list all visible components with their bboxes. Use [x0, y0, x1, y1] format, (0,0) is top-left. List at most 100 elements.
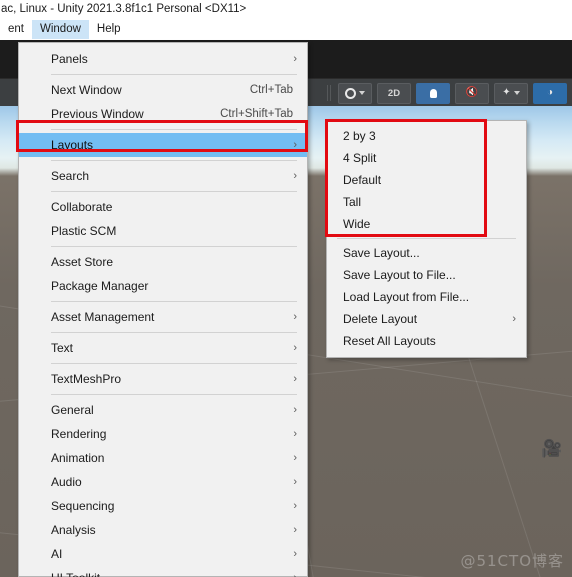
- menu-item-label: Save Layout to File...: [343, 268, 456, 282]
- audio-toggle[interactable]: 🔇: [455, 82, 489, 104]
- gizmos-icon: ◑: [546, 87, 554, 98]
- chevron-right-icon: ›: [293, 169, 297, 182]
- menu-item-label: Animation: [51, 451, 105, 465]
- menu-item-layouts[interactable]: Layouts ›: [19, 133, 307, 157]
- menu-item-text[interactable]: Text ›: [19, 336, 307, 360]
- speaker-mute-icon: 🔇: [465, 87, 479, 98]
- menu-item-label: TextMeshPro: [51, 372, 122, 386]
- menu-item-2-by-3[interactable]: 2 by 3: [327, 125, 526, 147]
- chevron-right-icon: ›: [293, 451, 297, 464]
- menu-item-ui-toolkit[interactable]: UI Toolkit›: [19, 566, 307, 577]
- menu-item-label: Collaborate: [51, 200, 113, 214]
- menu-item-package-manager[interactable]: Package Manager: [19, 274, 307, 298]
- watermark-text: @51CTO博客: [460, 552, 564, 570]
- menu-item-label: Analysis: [51, 523, 96, 537]
- chevron-right-icon: ›: [293, 523, 297, 536]
- menu-item-label: Tall: [343, 195, 362, 209]
- menu-item-next-window[interactable]: Next Window Ctrl+Tab: [19, 78, 307, 102]
- menu-item-label: Panels: [51, 52, 88, 66]
- menu-item-load-layout-from-file[interactable]: Load Layout from File...: [327, 286, 526, 308]
- chevron-right-icon: ›: [293, 52, 297, 65]
- chevron-right-icon: ›: [512, 312, 516, 325]
- menu-item-panels[interactable]: Panels ›: [19, 47, 307, 71]
- menu-item-textmeshpro[interactable]: TextMeshPro ›: [19, 367, 307, 391]
- menu-item-save-layout[interactable]: Save Layout...: [327, 242, 526, 264]
- menubar-item-help[interactable]: Help: [89, 20, 129, 39]
- menu-item-plastic-scm[interactable]: Plastic SCM: [19, 219, 307, 243]
- menu-bar: ent Window Help: [0, 18, 572, 41]
- menu-separator: [51, 332, 297, 333]
- chevron-right-icon: ›: [293, 547, 297, 560]
- menu-separator: [51, 301, 297, 302]
- chevron-right-icon: ›: [293, 341, 297, 354]
- menu-separator: [51, 74, 297, 75]
- menubar-item-ent[interactable]: ent: [0, 20, 32, 39]
- chevron-down-icon: [513, 91, 520, 95]
- menu-item-label: Sequencing: [51, 499, 115, 513]
- menu-item-label: Load Layout from File...: [343, 290, 470, 304]
- menu-item-label: Default: [343, 173, 382, 187]
- camera-gizmo-icon[interactable]: 🎥: [541, 440, 565, 458]
- chevron-right-icon: ›: [293, 138, 297, 151]
- menu-item-label: Reset All Layouts: [343, 334, 436, 348]
- menu-item-label: Plastic SCM: [51, 224, 117, 238]
- menubar-item-window[interactable]: Window: [32, 19, 89, 39]
- chevron-right-icon: ›: [293, 427, 297, 440]
- menu-item-save-layout-to-file[interactable]: Save Layout to File...: [327, 264, 526, 286]
- menu-item-audio[interactable]: Audio ›: [19, 470, 307, 494]
- menu-item-label: Rendering: [51, 427, 107, 441]
- chevron-right-icon: ›: [285, 572, 297, 577]
- menu-item-ai[interactable]: AI ›: [19, 542, 307, 566]
- menu-item-label: Asset Store: [51, 255, 114, 269]
- 2d-toggle-label: 2D: [387, 87, 401, 99]
- 2d-toggle[interactable]: 2D: [377, 82, 411, 104]
- menu-item-label: Text: [51, 341, 74, 355]
- toolbar-separator: [327, 85, 331, 101]
- screenshot-root: ac, Linux - Unity 2021.3.8f1c1 Personal …: [0, 0, 572, 577]
- menu-item-label: Layouts: [51, 138, 94, 152]
- menu-item-analysis[interactable]: Analysis ›: [19, 518, 307, 542]
- menu-item-general[interactable]: General ›: [19, 398, 307, 422]
- menu-item-collaborate[interactable]: Collaborate: [19, 195, 307, 219]
- menu-item-default[interactable]: Default: [327, 169, 526, 191]
- window-dropdown-menu[interactable]: Panels › Next Window Ctrl+Tab Previous Windo…: [18, 42, 308, 577]
- lighting-toggle[interactable]: [416, 82, 450, 104]
- chevron-right-icon: ›: [293, 475, 297, 488]
- menu-item-label: Package Manager: [51, 279, 149, 293]
- shading-mode-dropdown[interactable]: [338, 82, 372, 104]
- menu-item-previous-window[interactable]: Previous Window Ctrl+Shift+Tab: [19, 102, 307, 126]
- menu-item-tall[interactable]: Tall: [327, 191, 526, 213]
- menu-separator: [51, 191, 297, 192]
- chevron-right-icon: ›: [293, 403, 297, 416]
- menu-separator: [51, 363, 297, 364]
- sphere-icon: [345, 87, 356, 99]
- menu-item-label: Delete Layout: [343, 312, 418, 326]
- chevron-right-icon: ›: [293, 310, 297, 323]
- chevron-right-icon: ›: [293, 499, 297, 512]
- menu-item-wide[interactable]: Wide: [327, 213, 526, 235]
- menu-item-label: Next Window: [51, 83, 122, 97]
- chevron-down-icon: [359, 91, 365, 95]
- menu-item-4-split[interactable]: 4 Split: [327, 147, 526, 169]
- menu-item-label: Audio: [51, 475, 82, 489]
- menu-item-sequencing[interactable]: Sequencing ›: [19, 494, 307, 518]
- menu-item-asset-management[interactable]: Asset Management ›: [19, 305, 307, 329]
- menu-item-label: General: [51, 403, 94, 417]
- effects-dropdown[interactable]: ✦: [494, 82, 528, 104]
- menu-separator: [51, 246, 297, 247]
- menu-separator: [337, 238, 516, 239]
- menu-item-label: Previous Window: [51, 107, 144, 121]
- menu-item-delete-layout[interactable]: Delete Layout ›: [327, 308, 526, 330]
- window-title: ac, Linux - Unity 2021.3.8f1c1 Personal …: [0, 0, 572, 18]
- menu-item-animation[interactable]: Animation ›: [19, 446, 307, 470]
- menu-item-reset-all-layouts[interactable]: Reset All Layouts: [327, 330, 526, 352]
- menu-item-rendering[interactable]: Rendering ›: [19, 422, 307, 446]
- scene-visibility-toggle[interactable]: ◑: [533, 82, 567, 104]
- menu-item-asset-store[interactable]: Asset Store: [19, 250, 307, 274]
- light-bulb-icon: [429, 88, 437, 98]
- layouts-submenu[interactable]: 2 by 3 4 Split Default Tall Wide Save Layout.…: [326, 120, 527, 358]
- menu-item-label: Asset Management: [51, 310, 155, 324]
- menu-separator: [51, 129, 297, 130]
- menu-item-label: AI: [51, 547, 63, 561]
- menu-item-search[interactable]: Search ›: [19, 164, 307, 188]
